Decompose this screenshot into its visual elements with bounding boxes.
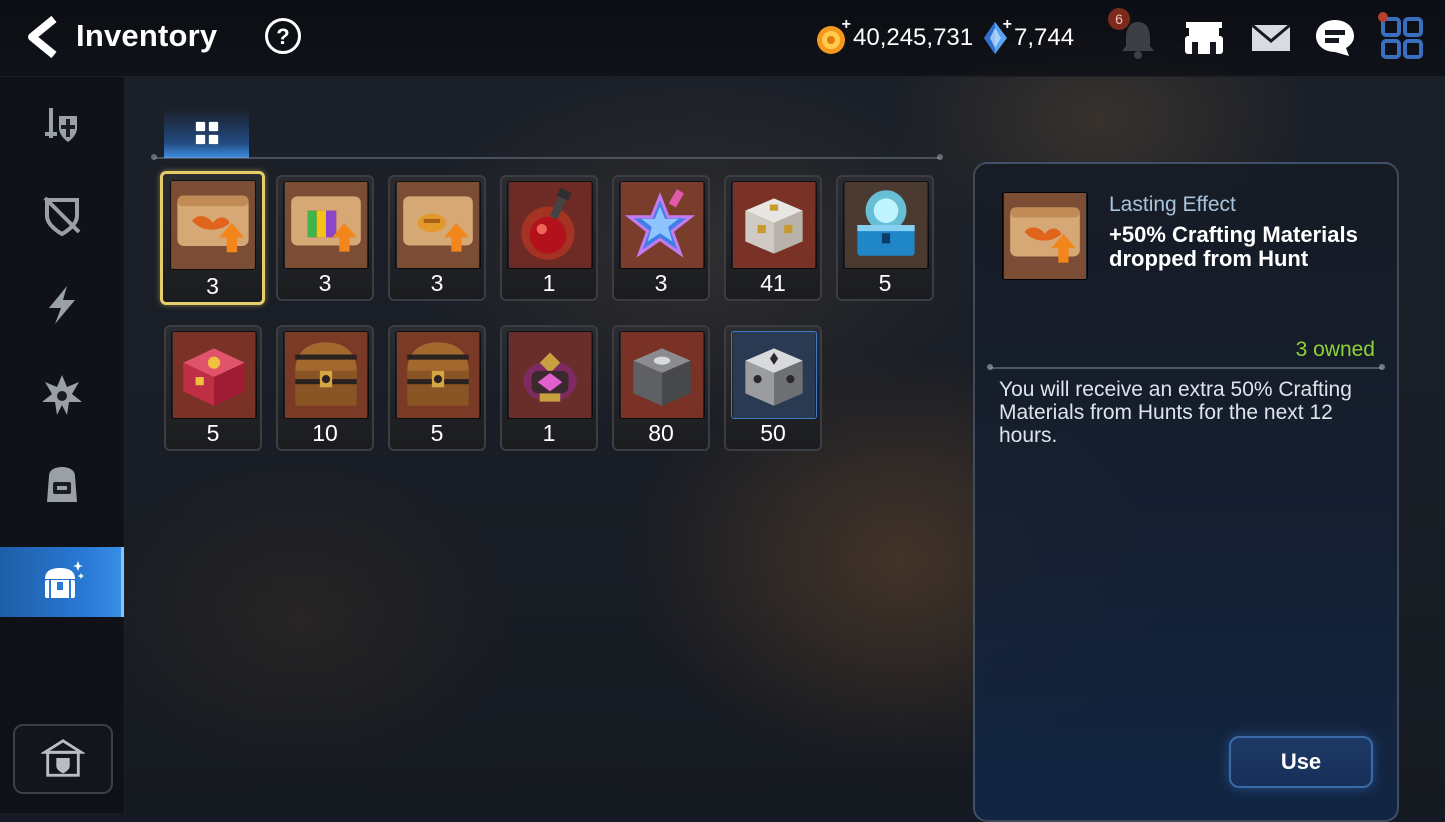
item-quantity: 5 xyxy=(206,420,220,446)
item-quantity: 1 xyxy=(542,270,556,296)
item-slot-lantern[interactable]: 1 xyxy=(500,325,598,451)
rainbow-scroll-icon xyxy=(283,181,369,269)
store-icon xyxy=(1185,22,1223,54)
detail-divider xyxy=(987,364,1385,370)
item-slot-red-chest[interactable]: 5 xyxy=(164,325,262,451)
svg-text:?: ? xyxy=(276,24,289,49)
sidebar-item-materials[interactable] xyxy=(0,450,124,520)
sidebar-item-equipment[interactable] xyxy=(0,90,124,160)
item-quantity: 50 xyxy=(760,420,786,446)
item-quantity: 41 xyxy=(760,270,786,296)
scroll-icon xyxy=(170,180,256,270)
silver-box-icon xyxy=(731,331,817,419)
crystal-amount: 7,744 xyxy=(1014,24,1075,51)
help-button[interactable]: ? xyxy=(264,17,302,55)
castle-icon xyxy=(41,739,85,777)
item-quantity: 3 xyxy=(206,273,219,299)
lightning-icon xyxy=(49,286,75,324)
sidebar-item-catalysts[interactable] xyxy=(0,270,124,340)
item-slot-rainbow-scroll[interactable]: 3 xyxy=(276,175,374,301)
red-chest-icon xyxy=(171,331,257,419)
lantern-icon xyxy=(507,331,593,419)
sword-shield-icon xyxy=(45,108,77,142)
tab-divider xyxy=(151,154,943,160)
use-button[interactable]: Use xyxy=(1229,736,1373,788)
menu-alert-dot xyxy=(1378,12,1388,22)
crystal-currency[interactable]: + 7,744 xyxy=(982,16,1075,57)
item-slot-gold-scroll[interactable]: 3 xyxy=(388,175,486,301)
item-slot-silver-box[interactable]: 50 xyxy=(724,325,822,451)
item-quantity: 10 xyxy=(312,420,338,446)
wooden-chest-icon xyxy=(283,331,369,419)
item-quantity: 3 xyxy=(430,270,444,296)
category-sidebar xyxy=(0,77,125,813)
spiky-emblem-icon xyxy=(42,375,82,415)
gold-scroll-icon xyxy=(395,181,481,269)
chat-icon xyxy=(1316,20,1354,56)
item-description: You will receive an extra 50% Crafting M… xyxy=(999,378,1352,447)
top-bar: Inventory ? + 40,245,731 + 7,744 6 xyxy=(0,0,1445,77)
wooden-chest-icon xyxy=(395,331,481,419)
sidebar-item-specialty[interactable] xyxy=(0,360,124,430)
red-potion-icon xyxy=(507,181,593,269)
page-title: Inventory xyxy=(76,18,218,53)
castle-button[interactable] xyxy=(13,724,113,794)
backpack-icon xyxy=(47,467,77,502)
chat-button[interactable] xyxy=(1311,14,1359,62)
sidebar-item-consumables[interactable] xyxy=(0,547,124,617)
sidebar-item-artifacts[interactable] xyxy=(0,180,124,250)
gold-coin-icon: + xyxy=(815,16,851,56)
item-quantity: 1 xyxy=(542,420,556,446)
grid-icon xyxy=(195,121,218,145)
mail-icon xyxy=(1251,23,1291,51)
item-slot-crafting-scroll[interactable]: 3 xyxy=(160,171,265,305)
item-name: +50% Crafting Materials dropped from Hun… xyxy=(1109,222,1358,271)
crystal-icon: + xyxy=(982,16,1012,56)
crossed-shield-icon xyxy=(43,196,81,237)
item-quantity: 80 xyxy=(648,420,674,446)
back-button[interactable] xyxy=(20,14,64,60)
item-slot-star-potion[interactable]: 3 xyxy=(612,175,710,301)
owned-count: 3 owned xyxy=(1295,338,1375,361)
item-quantity: 3 xyxy=(654,270,668,296)
treasure-chest-icon xyxy=(45,561,84,598)
item-slot-red-potion[interactable]: 1 xyxy=(500,175,598,301)
tab-all-items[interactable] xyxy=(164,108,249,158)
item-slot-silver-chest[interactable]: 41 xyxy=(724,175,822,301)
item-type-label: Lasting Effect xyxy=(1109,193,1236,216)
crystal-chest-icon xyxy=(843,181,929,269)
selected-item-scroll-icon xyxy=(1002,192,1088,280)
guild-button[interactable] xyxy=(1180,14,1228,62)
item-slot-wooden-chest[interactable]: 10 xyxy=(276,325,374,451)
mail-button[interactable] xyxy=(1247,14,1295,62)
gold-amount: 40,245,731 xyxy=(853,24,974,51)
notification-badge: 6 xyxy=(1108,8,1130,30)
item-quantity: 5 xyxy=(878,270,892,296)
item-quantity: 3 xyxy=(318,270,332,296)
back-arrow-icon xyxy=(28,15,57,59)
stone-box-icon xyxy=(619,331,705,419)
gold-currency[interactable]: + 40,245,731 xyxy=(815,16,974,57)
item-quantity: 5 xyxy=(430,420,444,446)
question-mark-icon: ? xyxy=(265,18,301,54)
item-slot-stone-box[interactable]: 80 xyxy=(612,325,710,451)
item-slot-wooden-chest-2[interactable]: 5 xyxy=(388,325,486,451)
item-slot-blue-crystal-chest[interactable]: 5 xyxy=(836,175,934,301)
star-potion-icon xyxy=(619,181,705,269)
silver-chest-icon xyxy=(731,181,817,269)
